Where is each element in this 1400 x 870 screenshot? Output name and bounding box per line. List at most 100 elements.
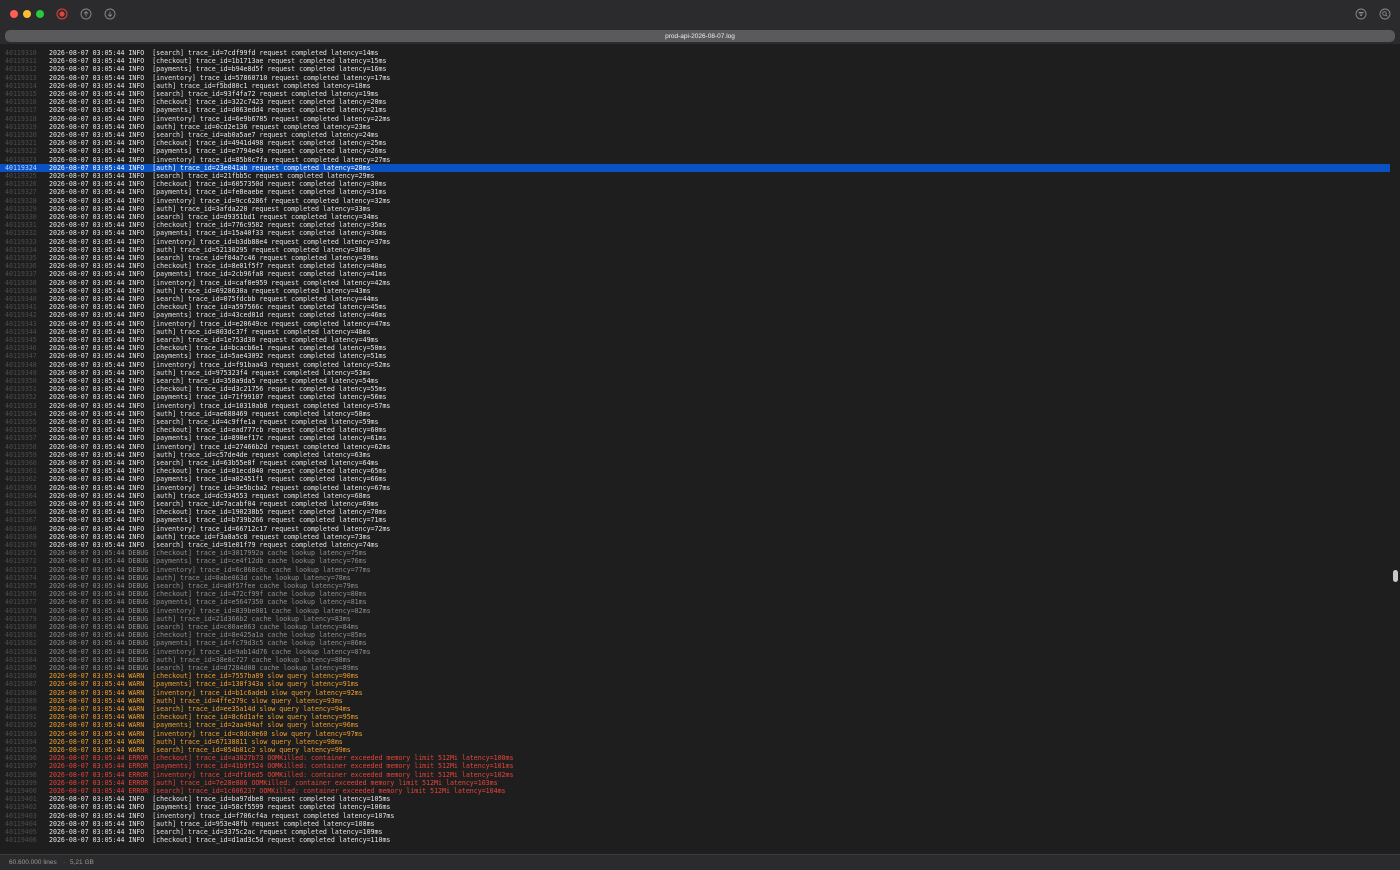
log-line[interactable]: 40119388 2026-08-07 03:05:44 WARN [invent…	[0, 689, 1390, 697]
log-line[interactable]: 40119342 2026-08-07 03:05:44 INFO [paymen…	[0, 311, 1390, 319]
log-line[interactable]: 40119392 2026-08-07 03:05:44 WARN [paymen…	[0, 721, 1390, 729]
log-line[interactable]: 40119348 2026-08-07 03:05:44 INFO [invent…	[0, 361, 1390, 369]
close-window-button[interactable]	[10, 10, 18, 18]
log-line[interactable]: 40119326 2026-08-07 03:05:44 INFO [checko…	[0, 180, 1390, 188]
log-line[interactable]: 40119356 2026-08-07 03:05:44 INFO [checko…	[0, 426, 1390, 434]
log-line[interactable]: 40119380 2026-08-07 03:05:44 DEBUG [searc…	[0, 623, 1390, 631]
log-line[interactable]: 40119351 2026-08-07 03:05:44 INFO [checko…	[0, 385, 1390, 393]
log-line[interactable]: 40119369 2026-08-07 03:05:44 INFO [auth] …	[0, 533, 1390, 541]
log-line[interactable]: 40119400 2026-08-07 03:05:44 ERROR [searc…	[0, 787, 1390, 795]
log-line[interactable]: 40119317 2026-08-07 03:05:44 INFO [paymen…	[0, 106, 1390, 114]
log-line[interactable]: 40119394 2026-08-07 03:05:44 WARN [auth] …	[0, 738, 1390, 746]
log-line[interactable]: 40119386 2026-08-07 03:05:44 WARN [checko…	[0, 672, 1390, 680]
log-line[interactable]: 40119368 2026-08-07 03:05:44 INFO [invent…	[0, 525, 1390, 533]
log-line[interactable]: 40119321 2026-08-07 03:05:44 INFO [checko…	[0, 139, 1390, 147]
log-line[interactable]: 40119398 2026-08-07 03:05:44 ERROR [inven…	[0, 771, 1390, 779]
log-line[interactable]: 40119391 2026-08-07 03:05:44 WARN [checko…	[0, 713, 1390, 721]
file-tab[interactable]: prod-api-2026-08-07.log	[5, 30, 1395, 42]
scroll-top-button[interactable]	[80, 8, 92, 20]
log-line[interactable]: 40119403 2026-08-07 03:05:44 INFO [invent…	[0, 812, 1390, 820]
zoom-window-button[interactable]	[36, 10, 44, 18]
log-line[interactable]: 40119336 2026-08-07 03:05:44 INFO [checko…	[0, 262, 1390, 270]
log-line[interactable]: 40119366 2026-08-07 03:05:44 INFO [checko…	[0, 508, 1390, 516]
log-line[interactable]: 40119324 2026-08-07 03:05:44 INFO [auth] …	[0, 163, 1390, 172]
log-line[interactable]: 40119383 2026-08-07 03:05:44 DEBUG [inven…	[0, 648, 1390, 656]
log-line[interactable]: 40119358 2026-08-07 03:05:44 INFO [invent…	[0, 443, 1390, 451]
log-line[interactable]: 40119361 2026-08-07 03:05:44 INFO [checko…	[0, 467, 1390, 475]
log-line[interactable]: 40119353 2026-08-07 03:05:44 INFO [invent…	[0, 402, 1390, 410]
log-line[interactable]: 40119376 2026-08-07 03:05:44 DEBUG [check…	[0, 590, 1390, 598]
log-line[interactable]: 40119372 2026-08-07 03:05:44 DEBUG [payme…	[0, 557, 1390, 565]
log-line[interactable]: 40119345 2026-08-07 03:05:44 INFO [search…	[0, 336, 1390, 344]
log-line[interactable]: 40119335 2026-08-07 03:05:44 INFO [search…	[0, 254, 1390, 262]
log-line[interactable]: 40119344 2026-08-07 03:05:44 INFO [auth] …	[0, 328, 1390, 336]
log-line[interactable]: 40119311 2026-08-07 03:05:44 INFO [checko…	[0, 57, 1390, 65]
log-line[interactable]: 40119340 2026-08-07 03:05:44 INFO [search…	[0, 295, 1390, 303]
log-line[interactable]: 40119333 2026-08-07 03:05:44 INFO [invent…	[0, 238, 1390, 246]
minimize-window-button[interactable]	[23, 10, 31, 18]
log-line[interactable]: 40119318 2026-08-07 03:05:44 INFO [invent…	[0, 115, 1390, 123]
log-line[interactable]: 40119329 2026-08-07 03:05:44 INFO [auth] …	[0, 205, 1390, 213]
log-line[interactable]: 40119322 2026-08-07 03:05:44 INFO [paymen…	[0, 147, 1390, 155]
log-line[interactable]: 40119374 2026-08-07 03:05:44 DEBUG [auth]…	[0, 574, 1390, 582]
log-line[interactable]: 40119373 2026-08-07 03:05:44 DEBUG [inven…	[0, 566, 1390, 574]
log-line[interactable]: 40119377 2026-08-07 03:05:44 DEBUG [payme…	[0, 598, 1390, 606]
log-view[interactable]: 40119310 2026-08-07 03:05:44 INFO [search…	[0, 48, 1400, 848]
log-line[interactable]: 40119365 2026-08-07 03:05:44 INFO [search…	[0, 500, 1390, 508]
log-line[interactable]: 40119381 2026-08-07 03:05:44 DEBUG [check…	[0, 631, 1390, 639]
log-line[interactable]: 40119370 2026-08-07 03:05:44 INFO [search…	[0, 541, 1390, 549]
log-line[interactable]: 40119405 2026-08-07 03:05:44 INFO [search…	[0, 828, 1390, 836]
log-line[interactable]: 40119350 2026-08-07 03:05:44 INFO [search…	[0, 377, 1390, 385]
log-line[interactable]: 40119367 2026-08-07 03:05:44 INFO [paymen…	[0, 516, 1390, 524]
log-line[interactable]: 40119359 2026-08-07 03:05:44 INFO [auth] …	[0, 451, 1390, 459]
log-line[interactable]: 40119385 2026-08-07 03:05:44 DEBUG [searc…	[0, 664, 1390, 672]
log-line[interactable]: 40119337 2026-08-07 03:05:44 INFO [paymen…	[0, 270, 1390, 278]
log-line[interactable]: 40119327 2026-08-07 03:05:44 INFO [paymen…	[0, 188, 1390, 196]
vertical-scrollbar[interactable]	[1392, 48, 1399, 848]
log-line[interactable]: 40119332 2026-08-07 03:05:44 INFO [paymen…	[0, 229, 1390, 237]
log-line[interactable]: 40119379 2026-08-07 03:05:44 DEBUG [auth]…	[0, 615, 1390, 623]
record-button[interactable]	[56, 8, 68, 20]
log-line[interactable]: 40119331 2026-08-07 03:05:44 INFO [checko…	[0, 221, 1390, 229]
log-line[interactable]: 40119357 2026-08-07 03:05:44 INFO [paymen…	[0, 434, 1390, 442]
log-line[interactable]: 40119339 2026-08-07 03:05:44 INFO [auth] …	[0, 287, 1390, 295]
log-line[interactable]: 40119314 2026-08-07 03:05:44 INFO [auth] …	[0, 82, 1390, 90]
log-line[interactable]: 40119349 2026-08-07 03:05:44 INFO [auth] …	[0, 369, 1390, 377]
log-line[interactable]: 40119312 2026-08-07 03:05:44 INFO [paymen…	[0, 65, 1390, 73]
log-line[interactable]: 40119364 2026-08-07 03:05:44 INFO [auth] …	[0, 492, 1390, 500]
log-line[interactable]: 40119320 2026-08-07 03:05:44 INFO [search…	[0, 131, 1390, 139]
log-line[interactable]: 40119371 2026-08-07 03:05:44 DEBUG [check…	[0, 549, 1390, 557]
log-line[interactable]: 40119354 2026-08-07 03:05:44 INFO [auth] …	[0, 410, 1390, 418]
log-line[interactable]: 40119401 2026-08-07 03:05:44 INFO [checko…	[0, 795, 1390, 803]
log-line[interactable]: 40119346 2026-08-07 03:05:44 INFO [checko…	[0, 344, 1390, 352]
log-line[interactable]: 40119363 2026-08-07 03:05:44 INFO [invent…	[0, 484, 1390, 492]
log-line[interactable]: 40119402 2026-08-07 03:05:44 INFO [paymen…	[0, 803, 1390, 811]
log-line[interactable]: 40119313 2026-08-07 03:05:44 INFO [invent…	[0, 74, 1390, 82]
log-line[interactable]: 40119338 2026-08-07 03:05:44 INFO [invent…	[0, 279, 1390, 287]
log-line[interactable]: 40119315 2026-08-07 03:05:44 INFO [search…	[0, 90, 1390, 98]
log-line[interactable]: 40119310 2026-08-07 03:05:44 INFO [search…	[0, 49, 1390, 57]
log-line[interactable]: 40119393 2026-08-07 03:05:44 WARN [invent…	[0, 730, 1390, 738]
log-line[interactable]: 40119355 2026-08-07 03:05:44 INFO [search…	[0, 418, 1390, 426]
log-line[interactable]: 40119399 2026-08-07 03:05:44 ERROR [auth]…	[0, 779, 1390, 787]
search-button[interactable]	[1379, 8, 1391, 20]
log-line[interactable]: 40119343 2026-08-07 03:05:44 INFO [invent…	[0, 320, 1390, 328]
log-line[interactable]: 40119390 2026-08-07 03:05:44 WARN [search…	[0, 705, 1390, 713]
scrollbar-thumb[interactable]	[1393, 570, 1398, 582]
log-line[interactable]: 40119387 2026-08-07 03:05:44 WARN [paymen…	[0, 680, 1390, 688]
log-line[interactable]: 40119378 2026-08-07 03:05:44 DEBUG [inven…	[0, 607, 1390, 615]
log-line[interactable]: 40119389 2026-08-07 03:05:44 WARN [auth] …	[0, 697, 1390, 705]
log-line[interactable]: 40119396 2026-08-07 03:05:44 ERROR [check…	[0, 754, 1390, 762]
log-line[interactable]: 40119347 2026-08-07 03:05:44 INFO [paymen…	[0, 352, 1390, 360]
log-line[interactable]: 40119375 2026-08-07 03:05:44 DEBUG [searc…	[0, 582, 1390, 590]
log-line[interactable]: 40119384 2026-08-07 03:05:44 DEBUG [auth]…	[0, 656, 1390, 664]
log-line[interactable]: 40119395 2026-08-07 03:05:44 WARN [search…	[0, 746, 1390, 754]
log-line[interactable]: 40119341 2026-08-07 03:05:44 INFO [checko…	[0, 303, 1390, 311]
log-line[interactable]: 40119397 2026-08-07 03:05:44 ERROR [payme…	[0, 762, 1390, 770]
log-line[interactable]: 40119382 2026-08-07 03:05:44 DEBUG [payme…	[0, 639, 1390, 647]
log-line[interactable]: 40119319 2026-08-07 03:05:44 INFO [auth] …	[0, 123, 1390, 131]
log-line[interactable]: 40119316 2026-08-07 03:05:44 INFO [checko…	[0, 98, 1390, 106]
log-line[interactable]: 40119352 2026-08-07 03:05:44 INFO [paymen…	[0, 393, 1390, 401]
log-line[interactable]: 40119328 2026-08-07 03:05:44 INFO [invent…	[0, 197, 1390, 205]
log-line[interactable]: 40119334 2026-08-07 03:05:44 INFO [auth] …	[0, 246, 1390, 254]
